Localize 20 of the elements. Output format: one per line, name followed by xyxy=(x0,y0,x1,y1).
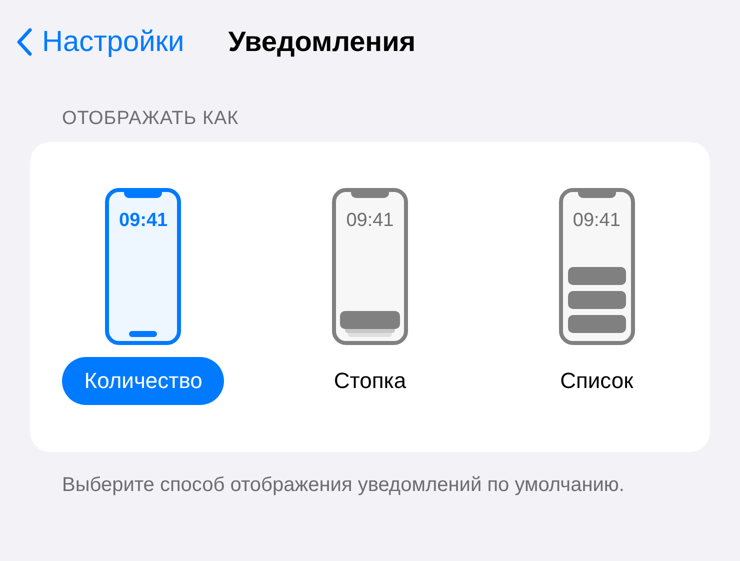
footer-note: Выберите способ отображения уведомлений по умолчанию. xyxy=(62,473,626,498)
option-button[interactable]: Список xyxy=(538,357,656,405)
phone-preview[interactable]: 09:41 xyxy=(105,188,182,345)
back-link[interactable]: Настройки xyxy=(16,26,184,58)
clock-time: 09:41 xyxy=(572,210,620,232)
option-button[interactable]: Количество xyxy=(62,357,224,405)
back-chevron-icon xyxy=(16,28,32,56)
notch-icon xyxy=(350,192,389,198)
notification-list-drawing xyxy=(568,267,626,333)
notch-icon xyxy=(578,192,616,198)
stacked-notifications-drawing xyxy=(340,311,400,337)
option-button[interactable]: Стопка xyxy=(312,357,428,405)
clock-time: 09:41 xyxy=(346,210,394,232)
page-title: Уведомления xyxy=(228,26,416,58)
section-header: ОТОБРАЖАТЬ КАК xyxy=(62,108,240,130)
home-indicator-icon xyxy=(129,331,158,337)
phone-preview[interactable]: 09:41 xyxy=(558,188,635,345)
notch-icon xyxy=(124,192,162,198)
phone-preview[interactable]: 09:41 xyxy=(332,188,408,345)
clock-time: 09:41 xyxy=(119,210,168,232)
